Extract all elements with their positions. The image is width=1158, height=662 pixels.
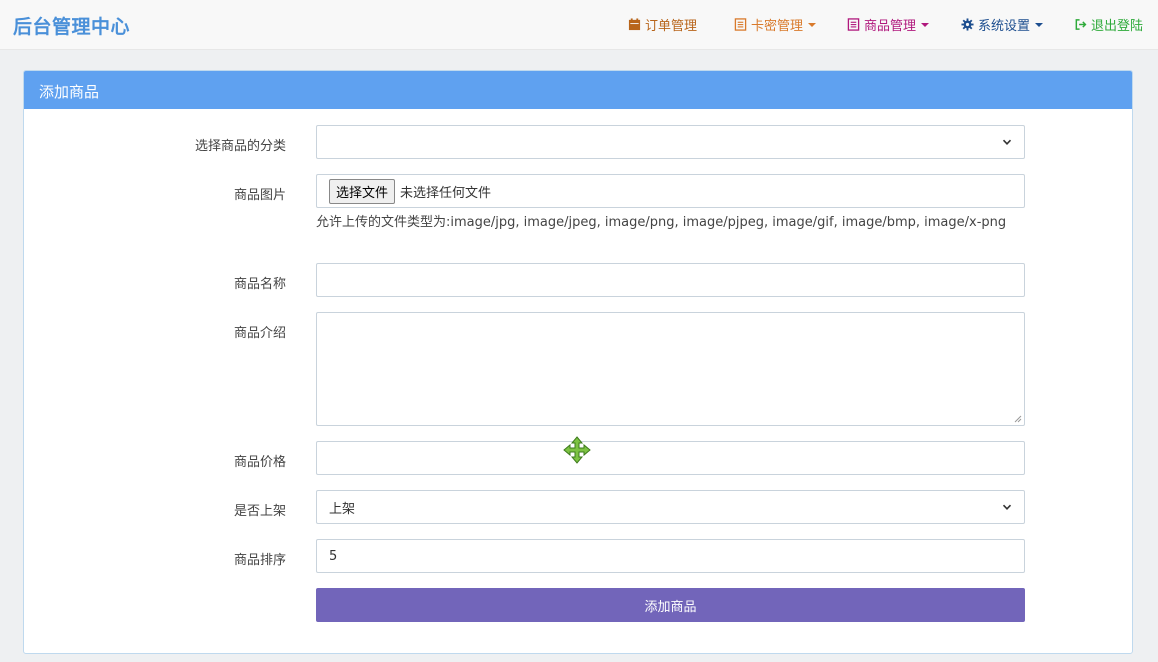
nav-order-management[interactable]: 订单管理 bbox=[628, 15, 697, 34]
sign-out-icon bbox=[1075, 19, 1087, 30]
panel-title: 添加商品 bbox=[24, 71, 1132, 109]
calendar-icon bbox=[628, 18, 641, 31]
file-type-help: 允许上传的文件类型为:image/jpg, image/jpeg, image/… bbox=[316, 215, 1007, 230]
nav-goods-label: 商品管理 bbox=[864, 19, 917, 34]
sort-label: 商品排序 bbox=[233, 553, 286, 568]
name-label: 商品名称 bbox=[233, 277, 286, 292]
goods-sort-value: 5 bbox=[329, 548, 338, 564]
chevron-down-icon bbox=[1002, 504, 1012, 510]
chevron-down-icon bbox=[921, 22, 930, 27]
category-select[interactable] bbox=[316, 125, 1025, 159]
goods-price-input[interactable] bbox=[316, 441, 1025, 475]
list-icon bbox=[847, 18, 860, 31]
onsale-label: 是否上架 bbox=[233, 504, 286, 519]
category-label: 选择商品的分类 bbox=[194, 139, 286, 154]
move-cursor-icon bbox=[563, 436, 591, 464]
image-file-input[interactable]: 选择文件 未选择任何文件 bbox=[316, 174, 1025, 208]
onsale-select-value: 上架 bbox=[329, 501, 356, 517]
resize-grip-icon[interactable] bbox=[1014, 415, 1022, 423]
goods-sort-input[interactable]: 5 bbox=[316, 539, 1025, 573]
choose-file-button[interactable]: 选择文件 bbox=[329, 178, 396, 204]
file-status: 未选择任何文件 bbox=[400, 185, 492, 201]
chevron-down-icon bbox=[1035, 22, 1044, 27]
nav-system-settings[interactable]: 系统设置 bbox=[961, 15, 1044, 34]
image-label: 商品图片 bbox=[233, 188, 286, 203]
nav-settings-label: 系统设置 bbox=[978, 19, 1031, 34]
nav-card-management[interactable]: 卡密管理 bbox=[734, 15, 817, 34]
goods-description-textarea[interactable] bbox=[316, 312, 1025, 426]
add-goods-panel: 添加商品 选择商品的分类 商品图片 选择文件 未选择任何文件 允许上传的文件类型… bbox=[23, 70, 1133, 654]
price-label: 商品价格 bbox=[233, 455, 286, 470]
onsale-select[interactable]: 上架 bbox=[316, 490, 1025, 524]
chevron-down-icon bbox=[808, 22, 817, 27]
nav-logout-label: 退出登陆 bbox=[1091, 19, 1144, 34]
chevron-down-icon bbox=[1002, 139, 1012, 145]
desc-label: 商品介绍 bbox=[233, 326, 286, 341]
add-goods-button[interactable]: 添加商品 bbox=[316, 588, 1025, 622]
nav-logout[interactable]: 退出登陆 bbox=[1074, 15, 1143, 34]
list-icon bbox=[734, 18, 747, 31]
brand-title[interactable]: 后台管理中心 bbox=[13, 12, 130, 39]
nav-goods-management[interactable]: 商品管理 bbox=[847, 15, 930, 34]
nav-card-label: 卡密管理 bbox=[751, 19, 804, 34]
goods-name-input[interactable] bbox=[316, 263, 1025, 297]
nav-order-label: 订单管理 bbox=[645, 19, 698, 34]
top-navbar: 后台管理中心 订单管理 卡密管理 商品管理 系统设置 退出登陆 bbox=[0, 0, 1158, 50]
gear-icon bbox=[961, 18, 974, 31]
